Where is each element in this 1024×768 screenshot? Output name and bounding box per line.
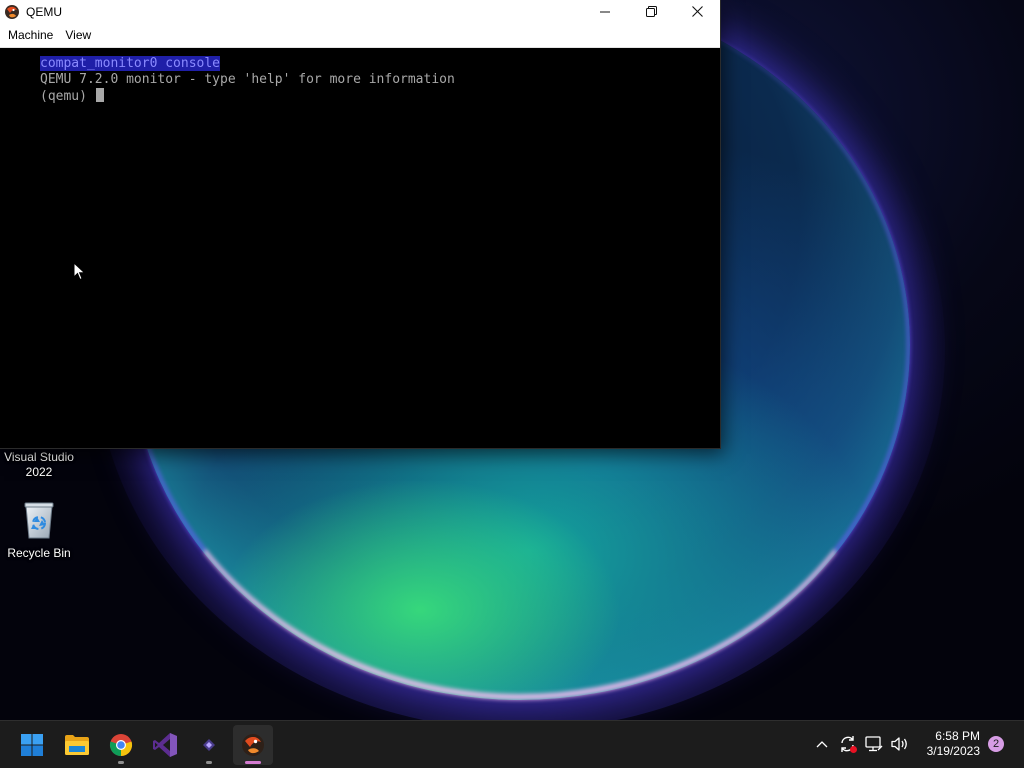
mouse-pointer-icon <box>73 262 86 281</box>
restore-icon <box>645 6 657 17</box>
monitor-console[interactable]: compat_monitor0 console QEMU 7.2.0 monit… <box>0 48 720 448</box>
clock-date: 3/19/2023 <box>926 744 980 758</box>
network-monitor-icon <box>864 736 883 752</box>
taskbar-vs-installer[interactable] <box>189 725 229 765</box>
windows-start-icon <box>21 734 43 756</box>
desktop-icon-recycle-bin[interactable]: Recycle Bin <box>1 500 77 561</box>
desktop-icon-visual-studio[interactable]: Visual Studio 2022 <box>1 450 77 480</box>
qemu-icon <box>242 734 264 756</box>
qemu-icon <box>5 4 19 19</box>
chevron-up-icon <box>816 741 828 748</box>
tray-sync-button[interactable] <box>836 732 860 756</box>
desktop-icon-label: Recycle Bin <box>7 546 71 560</box>
window-controls <box>582 0 720 23</box>
menu-machine[interactable]: Machine <box>2 25 59 45</box>
desktop-icon-label: Visual Studio 2022 <box>4 450 74 479</box>
minimize-icon <box>600 11 610 12</box>
system-tray: 6:58 PM 3/19/2023 2 <box>809 721 1024 767</box>
recycle-bin-icon <box>24 502 54 539</box>
menu-view[interactable]: View <box>59 25 97 45</box>
folder-icon <box>65 735 89 755</box>
chrome-icon <box>109 734 133 757</box>
taskbar-file-explorer[interactable] <box>57 725 97 765</box>
window-title: QEMU <box>26 4 62 19</box>
vs-installer-icon <box>203 739 215 751</box>
console-header: compat_monitor0 console <box>40 56 221 71</box>
close-button[interactable] <box>674 0 720 23</box>
visual-studio-icon <box>153 733 177 757</box>
console-prompt: (qemu) <box>40 89 95 104</box>
console-prompt-line[interactable]: (qemu) <box>40 88 104 105</box>
show-hidden-icons-button[interactable] <box>810 732 834 756</box>
console-header-line: compat_monitor0 console <box>40 56 221 72</box>
running-indicator <box>118 761 124 764</box>
taskbar-start-button[interactable] <box>12 725 52 765</box>
speaker-icon <box>890 737 907 751</box>
taskbar-clock[interactable]: 6:58 PM 3/19/2023 <box>927 729 980 759</box>
taskbar-visual-studio[interactable] <box>145 725 185 765</box>
taskbar-qemu[interactable] <box>233 725 273 765</box>
restore-button[interactable] <box>628 0 674 23</box>
active-indicator <box>245 761 261 764</box>
taskbar-chrome[interactable] <box>101 725 141 765</box>
notification-badge[interactable]: 2 <box>988 736 1004 752</box>
running-indicator <box>206 761 212 764</box>
qemu-window[interactable]: QEMU Machine View compat_monitor0 consol… <box>0 0 720 448</box>
taskbar: 6:58 PM 3/19/2023 2 <box>0 720 1024 768</box>
title-bar[interactable]: QEMU <box>0 0 720 23</box>
tray-network-button[interactable] <box>862 732 886 756</box>
clock-time: 6:58 PM <box>935 729 980 743</box>
close-icon <box>691 6 703 17</box>
console-banner: QEMU 7.2.0 monitor - type 'help' for mor… <box>40 72 455 87</box>
text-caret <box>95 88 104 102</box>
tray-volume-button[interactable] <box>888 732 912 756</box>
minimize-button[interactable] <box>582 0 628 23</box>
sync-alert-icon <box>840 736 857 753</box>
menu-bar: Machine View <box>0 23 720 48</box>
